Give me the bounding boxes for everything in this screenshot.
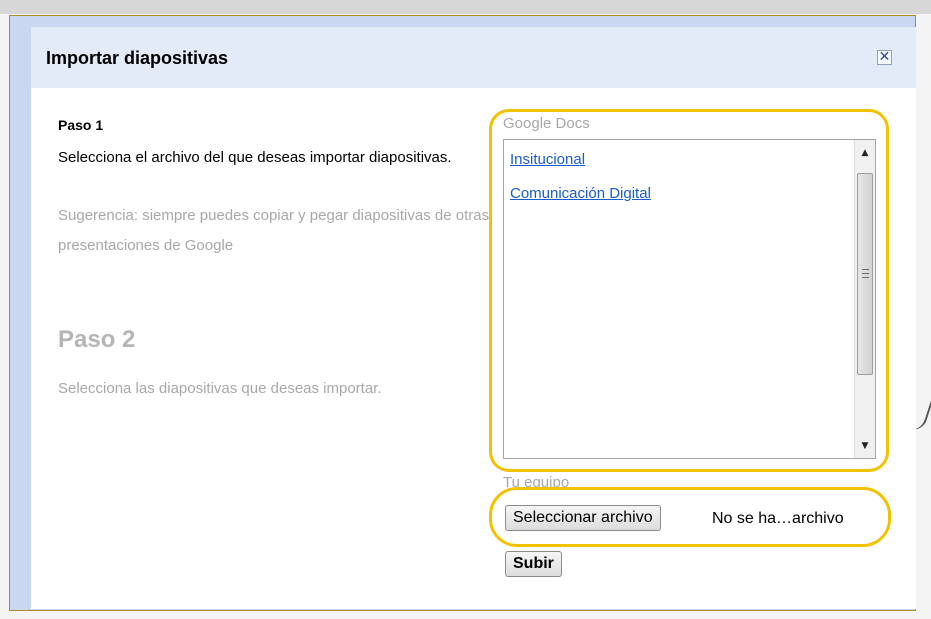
google-docs-label: Google Docs <box>503 115 590 132</box>
scroll-grip-icon <box>862 269 869 278</box>
google-docs-file-list[interactable]: Insitucional Comunicación Digital ▲ ▼ <box>503 139 876 459</box>
step1-description: Selecciona el archivo del que deseas imp… <box>58 149 452 166</box>
step2-description: Selecciona las diapositivas que deseas i… <box>58 380 382 397</box>
close-icon[interactable]: ✕ <box>877 50 892 65</box>
dialog-header: Importar diapositivas ✕ <box>31 27 916 88</box>
step1-label: Paso 1 <box>58 117 104 133</box>
step2-label: Paso 2 <box>58 326 136 353</box>
doc-item-comunicacion-digital[interactable]: Comunicación Digital <box>510 185 651 202</box>
background-toolbar <box>0 0 931 14</box>
scroll-down-icon[interactable]: ▼ <box>855 436 875 456</box>
your-computer-label: Tu equipo <box>503 474 570 491</box>
choose-file-button[interactable]: Seleccionar archivo <box>505 505 661 531</box>
scroll-thumb[interactable] <box>857 173 873 375</box>
doc-item-insitucional[interactable]: Insitucional <box>510 151 585 168</box>
scroll-up-icon[interactable]: ▲ <box>855 143 875 163</box>
step1-hint: Sugerencia: siempre puedes copiar y pega… <box>58 207 490 254</box>
dialog-title: Importar diapositivas <box>46 48 229 68</box>
file-status-text: No se ha…archivo <box>712 510 844 527</box>
upload-button[interactable]: Subir <box>505 551 562 577</box>
doc-list-scrollbar[interactable]: ▲ ▼ <box>854 140 875 458</box>
